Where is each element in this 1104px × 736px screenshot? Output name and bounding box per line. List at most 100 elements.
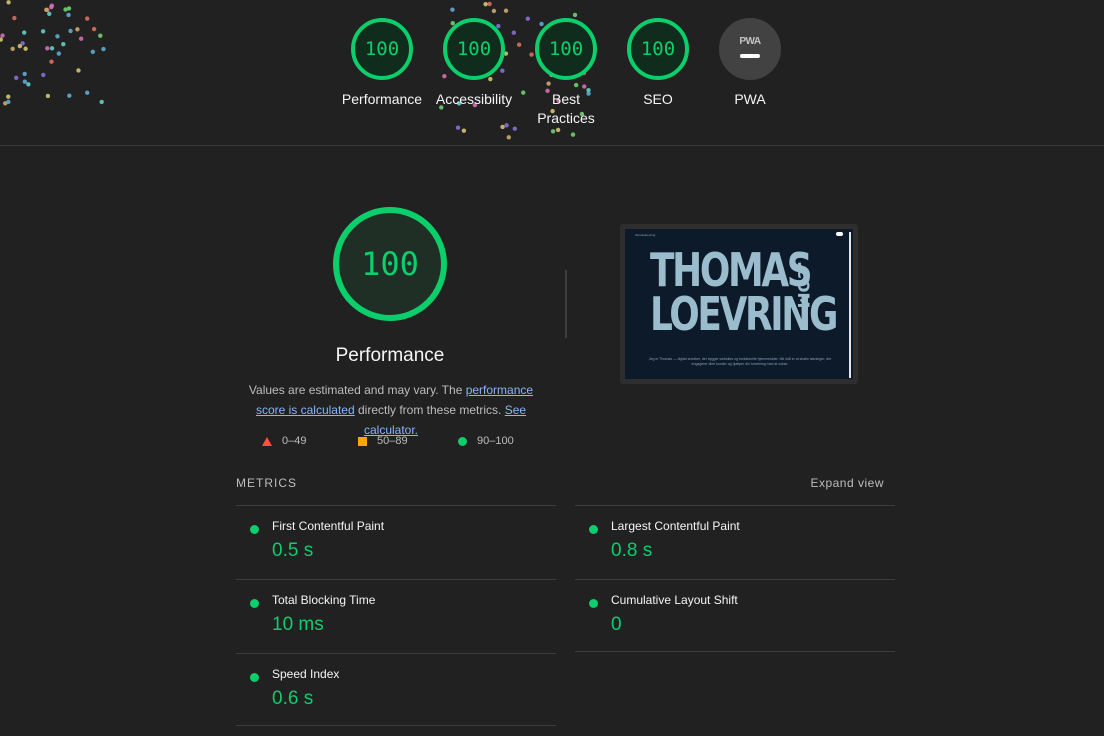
confetti-dot	[512, 126, 518, 131]
confetti-dot	[85, 16, 90, 21]
confetti-dot	[49, 46, 55, 51]
metric-total-blocking-time: Total Blocking Time 10 ms	[236, 579, 556, 652]
score-ring: 100	[535, 18, 597, 80]
expand-view-toggle[interactable]: Expand view	[810, 476, 884, 490]
dash-icon	[740, 54, 760, 58]
legend-pass: 90–100	[458, 435, 514, 447]
score-ring: 100	[351, 18, 413, 80]
confetti-dot	[67, 93, 72, 98]
confetti-dot	[98, 33, 103, 38]
confetti-dot	[55, 34, 60, 39]
confetti-dot	[66, 6, 72, 11]
metric-label: First Contentful Paint	[272, 519, 385, 533]
confetti-dot	[14, 75, 19, 80]
confetti-dot	[91, 26, 97, 32]
confetti-dot	[0, 37, 3, 42]
metric-value: 0	[611, 614, 622, 635]
confetti-dot	[3, 101, 8, 106]
confetti-dot	[76, 68, 81, 73]
confetti-dot	[49, 4, 54, 10]
metric-largest-contentful-paint: Largest Contentful Paint 0.8 s	[575, 505, 895, 578]
confetti-dot	[17, 43, 23, 49]
confetti-dot	[40, 29, 46, 34]
confetti-dot	[61, 41, 66, 47]
metrics-title: METRICS	[236, 476, 297, 490]
gauge-performance[interactable]: 100 Performance	[337, 18, 427, 109]
gauge-label: Best Practices	[537, 91, 595, 126]
confetti-dot	[85, 90, 90, 95]
metric-label: Total Blocking Time	[272, 593, 376, 607]
confetti-dot	[45, 93, 51, 99]
confetti-dot	[555, 127, 561, 133]
metric-cumulative-layout-shift: Cumulative Layout Shift 0	[575, 579, 895, 652]
confetti-dot	[49, 3, 55, 8]
confetti-dot	[450, 7, 455, 12]
metric-first-contentful-paint: First Contentful Paint 0.5 s	[236, 505, 556, 578]
pass-circle-icon	[250, 599, 259, 608]
confetti-dot	[500, 124, 505, 130]
square-average-icon	[358, 436, 367, 446]
confetti-dot	[23, 46, 28, 51]
confetti-dot	[0, 33, 5, 38]
pwa-badge-text: PWA	[739, 36, 761, 47]
confetti-dot	[63, 7, 68, 12]
page-screenshot: thomasloevring THOMAS LOEVRING .COM Jeg …	[625, 229, 853, 379]
screenshot-scrollbar	[849, 232, 851, 378]
confetti-dot	[101, 46, 106, 52]
performance-description: Values are estimated and may vary. The p…	[236, 380, 546, 440]
confetti-dot	[75, 27, 80, 32]
score-ring: 100	[443, 18, 505, 80]
metric-value: 0.5 s	[272, 540, 314, 561]
legend-fail: 0–49	[262, 435, 306, 447]
confetti-dot	[6, 0, 11, 5]
metric-label: Largest Contentful Paint	[611, 519, 740, 533]
confetti-dot	[49, 59, 54, 64]
confetti-dot	[12, 15, 17, 21]
confetti-dot	[6, 99, 11, 105]
confetti-dot	[20, 41, 25, 46]
screenshot-menu-button	[836, 232, 843, 236]
gauge-label: Accessibility	[435, 91, 513, 107]
score-header: 100 Performance 100 Accessibility 100 Be…	[0, 0, 1104, 146]
gauge-label: SEO	[643, 91, 673, 107]
confetti-dot	[99, 99, 104, 105]
confetti-dot	[66, 12, 71, 18]
confetti-dot	[21, 30, 27, 35]
confetti-dot	[68, 28, 73, 34]
gauge-pwa[interactable]: PWA PWA	[705, 18, 795, 109]
vertical-divider	[565, 270, 567, 338]
metric-speed-index: Speed Index 0.6 s	[236, 653, 556, 726]
performance-score-gauge: 100	[333, 207, 447, 321]
confetti-dot	[570, 132, 576, 137]
confetti-dot	[550, 129, 556, 134]
screenshot-nav-text: thomasloevring	[635, 233, 656, 237]
pass-circle-icon	[589, 525, 598, 534]
confetti-dot	[572, 12, 578, 18]
gauge-best-practices[interactable]: 100 Best Practices	[521, 18, 611, 128]
legend-range: 90–100	[477, 435, 514, 447]
screenshot-title-suffix: .COM	[794, 261, 813, 309]
legend-range: 0–49	[282, 435, 307, 447]
metric-label: Cumulative Layout Shift	[611, 593, 738, 607]
desc-text: directly from these metrics.	[354, 403, 505, 417]
confetti-dot	[78, 36, 84, 41]
metric-value: 0.8 s	[611, 540, 653, 561]
confetti-dot	[504, 123, 509, 128]
confetti-dot	[487, 1, 492, 7]
confetti-dot	[45, 46, 50, 51]
confetti-dot	[455, 125, 461, 130]
confetti-dot	[22, 71, 27, 77]
confetti-dot	[503, 8, 509, 13]
confetti-dot	[6, 94, 11, 99]
performance-title: Performance	[335, 345, 445, 366]
confetti-dot	[491, 8, 497, 14]
confetti-dot	[45, 7, 50, 13]
final-screenshot[interactable]: thomasloevring THOMAS LOEVRING .COM Jeg …	[620, 224, 858, 384]
confetti-dot	[41, 72, 46, 78]
confetti-dot	[90, 49, 96, 54]
legend-range: 50–89	[377, 435, 408, 447]
gauge-seo[interactable]: 100 SEO	[613, 18, 703, 109]
confetti-dot	[44, 7, 49, 13]
gauge-accessibility[interactable]: 100 Accessibility	[429, 18, 519, 109]
screenshot-description: Jeg er Thomas — digital snedker, der byg…	[648, 357, 832, 366]
